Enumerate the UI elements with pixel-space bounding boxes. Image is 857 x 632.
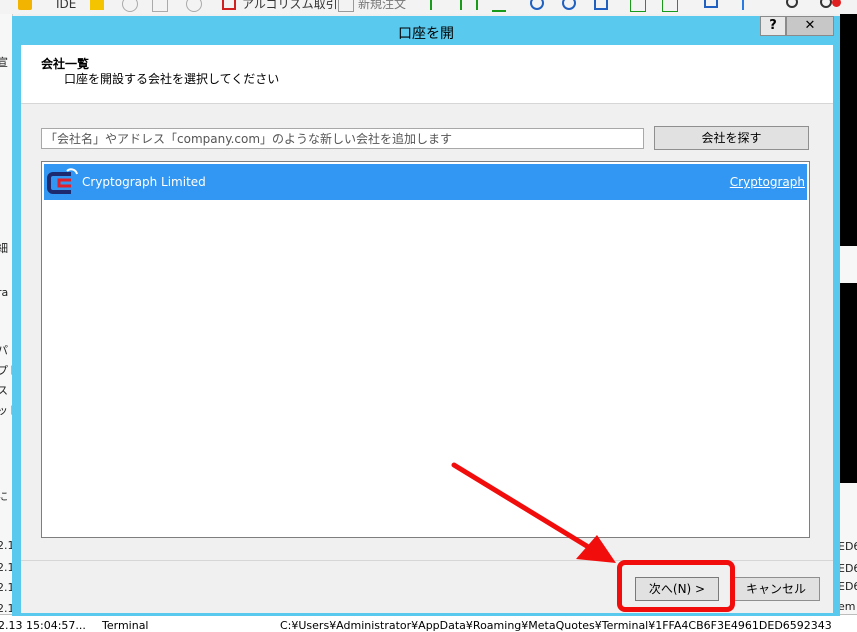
help-button[interactable]: ?: [760, 16, 786, 36]
cursor-icon[interactable]: [742, 0, 758, 10]
bookmark-icon[interactable]: [90, 0, 104, 10]
notification-badge-icon: [832, 0, 841, 7]
bg-fragment: ス: [0, 384, 8, 398]
dialog-titlebar[interactable]: 口座を開 ? ✕: [12, 16, 840, 46]
find-company-button[interactable]: 会社を探す: [654, 126, 809, 150]
background-chart-area: [840, 14, 857, 246]
header-subtitle: 口座を開設する会社を選択してください: [64, 72, 280, 86]
company-logo-icon: [45, 165, 79, 199]
company-link[interactable]: Cryptograph: [730, 175, 805, 189]
algo-trading-icon: [222, 0, 236, 10]
dialog-body: 会社一覧 口座を開設する会社を選択してください 会社を探す Cryptograp…: [21, 45, 833, 613]
bg-fragment: ra: [0, 286, 9, 299]
tile-windows-icon[interactable]: [594, 0, 608, 10]
log-source: Terminal: [102, 619, 149, 632]
ide-button[interactable]: IDE: [56, 0, 76, 13]
zoom-in-icon[interactable]: [530, 0, 544, 10]
scroll-chart-icon[interactable]: [630, 0, 646, 12]
autoscroll-icon[interactable]: [662, 0, 678, 12]
account-icon[interactable]: [820, 0, 832, 8]
company-search-input[interactable]: [41, 128, 644, 149]
close-icon: ✕: [804, 18, 816, 33]
company-name: Cryptograph Limited: [82, 175, 206, 189]
bg-fragment: em: [838, 600, 856, 613]
background-toolbar: IDE アルゴリズム取引 新規注文: [0, 0, 857, 14]
bg-fragment: ED6: [838, 562, 857, 575]
search-icon[interactable]: [786, 0, 798, 8]
globe-icon[interactable]: [186, 0, 202, 12]
bg-fragment: 宣: [0, 56, 8, 70]
line-chart-icon[interactable]: [492, 0, 506, 12]
background-chart-area: [840, 283, 857, 483]
candles-icon[interactable]: [460, 0, 478, 10]
help-icon: ?: [769, 18, 777, 33]
log-time: 2.13 15:04:57...: [0, 619, 86, 632]
list-item[interactable]: Cryptograph Limited Cryptograph: [44, 164, 807, 200]
journal-log-row: 2.13 15:04:57... Terminal C:¥Users¥Admin…: [0, 614, 857, 632]
dialog-title: 口座を開: [398, 26, 454, 42]
close-button[interactable]: ✕: [786, 16, 834, 36]
log-message: C:¥Users¥Administrator¥AppData¥Roaming¥M…: [280, 619, 832, 632]
screenshot-icon[interactable]: [704, 0, 718, 8]
cancel-button[interactable]: キャンセル: [732, 577, 820, 601]
company-list[interactable]: Cryptograph Limited Cryptograph: [41, 161, 810, 538]
annotation-arrow: [451, 462, 616, 563]
monitor-icon[interactable]: [152, 0, 168, 12]
open-account-dialog: 口座を開 ? ✕ 会社一覧 口座を開設する会社を選択してください 会社を探す C…: [12, 16, 840, 616]
bg-fragment: ED6: [838, 580, 857, 593]
signal-icon[interactable]: [122, 0, 138, 12]
bg-fragment: パ: [0, 344, 8, 358]
algo-trading-button[interactable]: アルゴリズム取引: [242, 0, 338, 13]
chart-bars-icon[interactable]: [430, 0, 446, 10]
dollar-icon[interactable]: [18, 0, 32, 10]
bg-fragment: ED6: [838, 540, 857, 553]
wizard-header: 会社一覧 口座を開設する会社を選択してください: [21, 45, 833, 104]
bg-fragment: に: [0, 490, 8, 504]
new-order-icon: [338, 0, 354, 12]
bg-fragment: 細: [0, 242, 8, 256]
next-button-highlight: [617, 560, 735, 612]
new-order-button[interactable]: 新規注文: [358, 0, 406, 13]
zoom-out-icon[interactable]: [562, 0, 576, 10]
